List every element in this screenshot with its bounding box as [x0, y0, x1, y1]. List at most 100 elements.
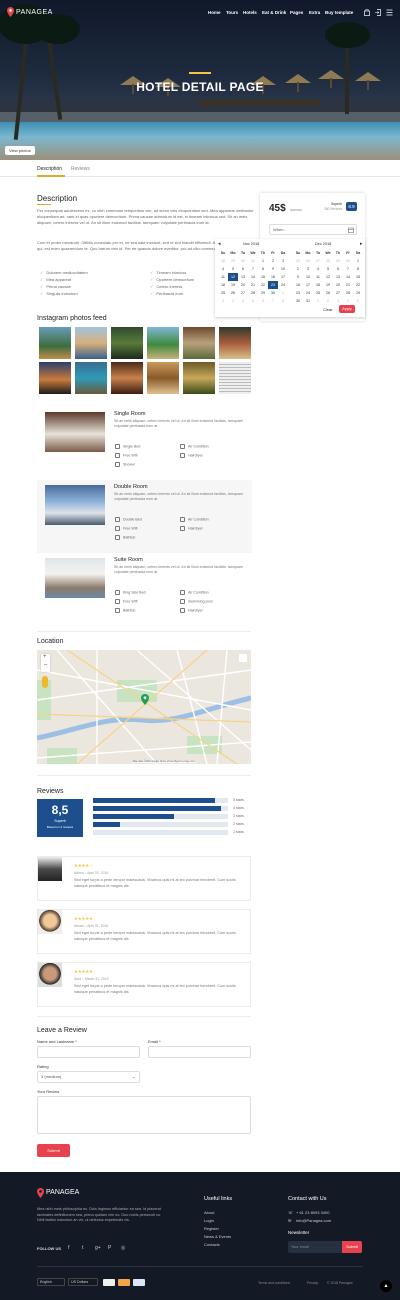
privacy-link[interactable]: Privacy	[307, 1281, 318, 1285]
footer-link-contacts[interactable]: Contacts	[204, 1242, 220, 1247]
calendar-day[interactable]: 28	[218, 257, 228, 265]
calendar-day[interactable]: 5	[248, 297, 258, 305]
clear-button[interactable]: Clear	[323, 307, 333, 312]
calendar-day[interactable]: 26	[303, 257, 313, 265]
calendar-day[interactable]: 23	[293, 289, 303, 297]
calendar-day[interactable]: 31	[303, 297, 313, 305]
calendar-day[interactable]: 31	[248, 257, 258, 265]
rating-select[interactable]: 3 (medium) ⌄	[37, 1071, 140, 1083]
contact-phone[interactable]: + 61 23 8093 3400	[296, 1210, 329, 1215]
calendar-day[interactable]: 30	[268, 289, 278, 297]
calendar-day[interactable]: 29	[333, 257, 343, 265]
calendar-day[interactable]: 20	[333, 281, 343, 289]
calendar-day[interactable]: 25	[218, 289, 228, 297]
google-plus-icon[interactable]: g+	[95, 1245, 101, 1251]
view-photos-button[interactable]: View photos	[5, 146, 35, 155]
calendar-day[interactable]: 3	[333, 297, 343, 305]
calendar-day[interactable]: 15	[258, 273, 268, 281]
calendar-day[interactable]: 7	[343, 265, 353, 273]
login-icon[interactable]	[375, 9, 381, 16]
date-input[interactable]: When..	[269, 224, 357, 235]
calendar-day[interactable]: 26	[228, 289, 238, 297]
map-marker-icon[interactable]	[141, 694, 149, 705]
calendar-day[interactable]: 6	[238, 265, 248, 273]
review-textarea[interactable]	[37, 1096, 251, 1134]
newsletter-email-input[interactable]: Your email	[288, 1241, 342, 1253]
tab-description[interactable]: Description	[37, 166, 62, 172]
calendar-day[interactable]: 24	[303, 289, 313, 297]
calendar-day[interactable]: 12	[228, 273, 238, 281]
facebook-icon[interactable]: f	[68, 1245, 69, 1251]
instagram-photo[interactable]	[147, 327, 179, 359]
instagram-photo[interactable]	[111, 362, 143, 394]
newsletter-submit-button[interactable]: Submit	[342, 1241, 362, 1253]
instagram-photo[interactable]	[219, 362, 251, 394]
calendar-day[interactable]: 22	[353, 281, 363, 289]
instagram-photo[interactable]	[39, 327, 71, 359]
calendar-day[interactable]: 27	[333, 289, 343, 297]
terms-link[interactable]: Terms and conditions	[258, 1281, 290, 1285]
footer-link-register[interactable]: Register	[204, 1226, 219, 1231]
calendar-day[interactable]: 1	[353, 257, 363, 265]
calendar-day[interactable]: 28	[343, 289, 353, 297]
calendar-day[interactable]: 9	[293, 273, 303, 281]
apply-button[interactable]: Apply	[339, 305, 355, 313]
nav-hotels[interactable]: Hotels	[243, 10, 257, 15]
calendar-day[interactable]: 4	[218, 265, 228, 273]
calendar-day[interactable]: 3	[303, 265, 313, 273]
calendar-day[interactable]: 18	[218, 281, 228, 289]
calendar-day[interactable]: 30	[343, 257, 353, 265]
calendar-day[interactable]: 10	[303, 273, 313, 281]
back-to-top-button[interactable]: ▴	[380, 1280, 392, 1292]
calendar-day[interactable]: 19	[228, 281, 238, 289]
calendar-day[interactable]: 29	[228, 257, 238, 265]
nav-tours[interactable]: Tours	[226, 10, 238, 15]
calendar-day[interactable]: 1	[258, 257, 268, 265]
calendar-day[interactable]: 20	[238, 281, 248, 289]
footer-logo-text[interactable]: PANAGEA	[46, 1189, 79, 1196]
room-image[interactable]	[45, 485, 105, 525]
calendar-day[interactable]: 18	[313, 281, 323, 289]
calendar-day[interactable]: 3	[228, 297, 238, 305]
instagram-photo[interactable]	[147, 362, 179, 394]
calendar-day[interactable]: 16	[268, 273, 278, 281]
next-month-arrow[interactable]: ▸	[360, 241, 363, 247]
name-input[interactable]	[37, 1046, 140, 1058]
prev-month-arrow[interactable]: ◂	[218, 241, 221, 247]
currency-select[interactable]: US Dollars	[68, 1278, 98, 1286]
tab-reviews[interactable]: Reviews	[71, 166, 90, 172]
calendar-day[interactable]: 5	[323, 265, 333, 273]
calendar-day[interactable]: 10	[278, 265, 288, 273]
footer-link-news[interactable]: News & Events	[204, 1234, 231, 1239]
calendar-day[interactable]: 5	[228, 265, 238, 273]
calendar-day[interactable]: 21	[248, 281, 258, 289]
room-image[interactable]	[45, 558, 105, 598]
instagram-photo[interactable]	[75, 362, 107, 394]
calendar-day[interactable]: 26	[323, 289, 333, 297]
bag-icon[interactable]	[364, 9, 370, 16]
footer-link-about[interactable]: About	[204, 1210, 214, 1215]
footer-link-login[interactable]: Login	[204, 1218, 214, 1223]
calendar-day[interactable]: 23	[268, 281, 278, 289]
instagram-photo[interactable]	[183, 362, 215, 394]
instagram-photo[interactable]	[219, 327, 251, 359]
calendar-day[interactable]: 17	[303, 281, 313, 289]
instagram-icon[interactable]: ◎	[121, 1245, 125, 1251]
calendar-day[interactable]: 28	[323, 257, 333, 265]
calendar-day[interactable]: 19	[323, 281, 333, 289]
calendar-day[interactable]: 2	[218, 297, 228, 305]
calendar-day[interactable]: 14	[343, 273, 353, 281]
calendar-day[interactable]: 29	[353, 289, 363, 297]
nav-pages[interactable]: Pages	[290, 10, 303, 15]
nav-buy-template[interactable]: Buy template	[325, 10, 353, 15]
calendar-day[interactable]: 22	[258, 281, 268, 289]
calendar-day[interactable]: 3	[278, 257, 288, 265]
calendar-day[interactable]: 8	[353, 265, 363, 273]
twitter-icon[interactable]: t	[82, 1245, 83, 1251]
calendar-day[interactable]: 30	[238, 257, 248, 265]
calendar-day[interactable]: 12	[323, 273, 333, 281]
calendar-day[interactable]: 4	[343, 297, 353, 305]
calendar-day[interactable]: 7	[268, 297, 278, 305]
calendar-day[interactable]: 24	[278, 281, 288, 289]
menu-icon[interactable]	[386, 9, 393, 16]
